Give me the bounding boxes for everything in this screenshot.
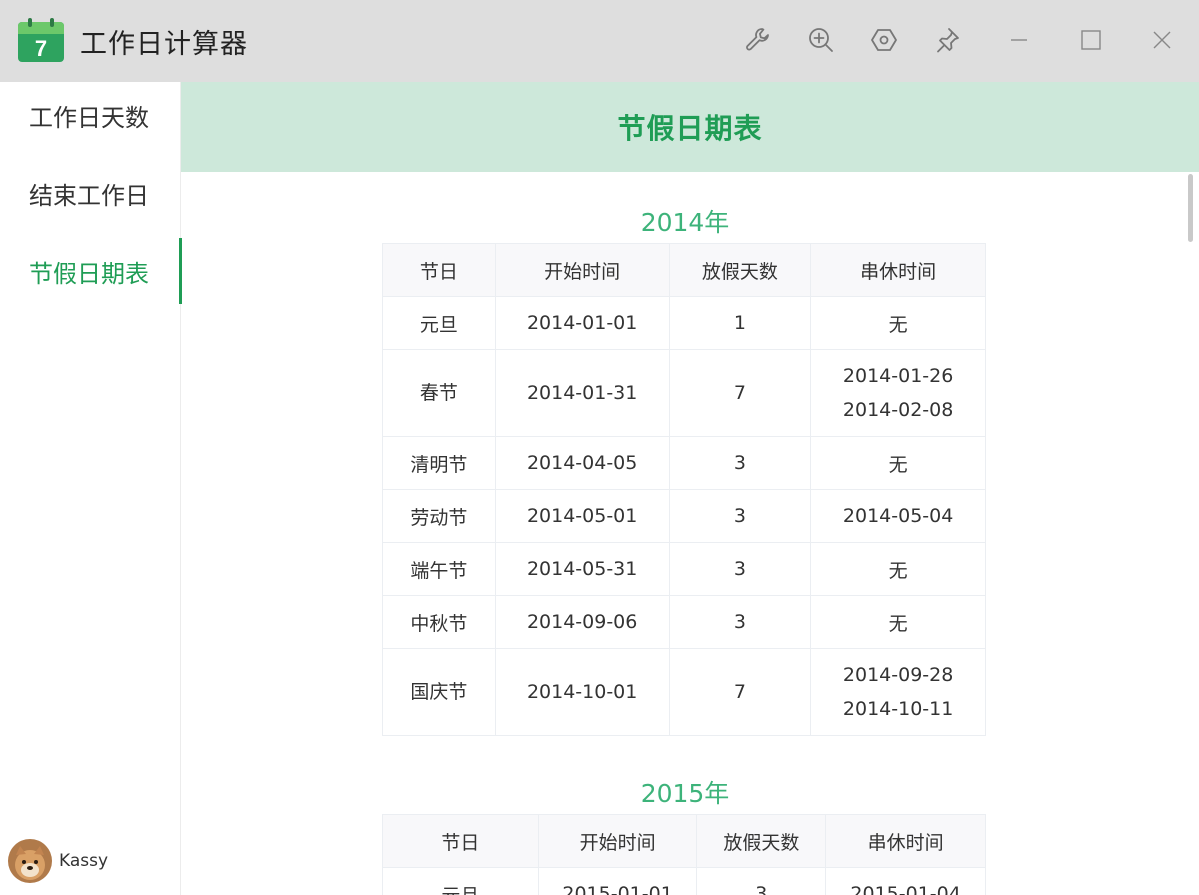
cell-start: 2014-01-01 <box>494 296 670 350</box>
main-content: 节假日期表 2014年 节日 开始时间 放假天数 串休时间 元旦 2014-01… <box>181 82 1199 895</box>
column-header-days: 放假天数 <box>668 243 812 297</box>
table-header-row: 节日 开始时间 放假天数 串休时间 <box>382 243 986 297</box>
cell-days: 3 <box>668 595 812 649</box>
swap-date: 2014-02-08 <box>842 399 954 421</box>
cell-days: 7 <box>668 349 812 437</box>
cell-start: 2014-04-05 <box>494 436 670 490</box>
column-header-swap: 串休时间 <box>810 243 986 297</box>
calendar-app-icon: 7 <box>18 18 64 62</box>
cell-holiday: 清明节 <box>382 436 496 490</box>
sidebar: 工作日天数 结束工作日 节假日期表 Kassy <box>0 82 182 895</box>
column-header-swap: 串休时间 <box>825 814 986 868</box>
page-title: 节假日期表 <box>181 82 1199 172</box>
cell-swap: 无 <box>810 542 986 596</box>
sidebar-item-end-workday[interactable]: 结束工作日 <box>0 160 181 226</box>
cell-swap: 无 <box>810 296 986 350</box>
app-title: 工作日计算器 <box>80 29 248 60</box>
pin-icon[interactable] <box>927 20 967 60</box>
username: Kassy <box>59 851 109 871</box>
cell-start: 2014-01-31 <box>494 349 670 437</box>
cell-holiday: 端午节 <box>382 542 496 596</box>
user-profile[interactable]: Kassy <box>8 839 108 883</box>
cell-start: 2014-05-31 <box>494 542 670 596</box>
table-header-row: 节日 开始时间 放假天数 串休时间 <box>382 814 986 868</box>
cell-days: 3 <box>696 867 827 895</box>
cell-holiday: 元旦 <box>382 867 539 895</box>
zoom-in-icon[interactable] <box>801 20 841 60</box>
cell-holiday: 国庆节 <box>382 648 496 736</box>
table-row: 元旦 2015-01-01 3 2015-01-04 <box>382 867 986 895</box>
settings-hex-icon[interactable] <box>864 20 904 60</box>
cell-holiday: 中秋节 <box>382 595 496 649</box>
title-bar: 7 工作日计算器 <box>0 0 1199 82</box>
avatar[interactable] <box>8 839 52 883</box>
cell-days: 1 <box>668 296 812 350</box>
wrench-icon[interactable] <box>738 20 778 60</box>
sidebar-item-label: 结束工作日 <box>29 181 149 210</box>
swap-date: 2014-01-26 <box>842 365 954 387</box>
cell-swap: 无 <box>810 595 986 649</box>
cell-holiday: 劳动节 <box>382 489 496 543</box>
year-heading-2015: 2015年 <box>640 779 730 808</box>
column-header-start: 开始时间 <box>537 814 698 868</box>
table-row: 清明节 2014-04-05 3 无 <box>382 436 986 490</box>
table-row: 中秋节 2014-09-06 3 无 <box>382 595 986 649</box>
table-row: 端午节 2014-05-31 3 无 <box>382 542 986 596</box>
cell-swap: 2015-01-04 <box>825 867 986 895</box>
cell-swap: 2014-05-04 <box>810 489 986 543</box>
cell-days: 7 <box>668 648 812 736</box>
table-row: 春节 2014-01-31 7 2014-01-26 2014-02-08 <box>382 349 986 437</box>
sidebar-item-workday-count[interactable]: 工作日天数 <box>0 82 181 148</box>
table-row: 国庆节 2014-10-01 7 2014-09-28 2014-10-11 <box>382 648 986 736</box>
table-row: 元旦 2014-01-01 1 无 <box>382 296 986 350</box>
holiday-table-2015: 节日 开始时间 放假天数 串休时间 元旦 2015-01-01 3 2015-0… <box>382 814 986 895</box>
swap-date: 2014-09-28 <box>842 664 954 686</box>
cell-start: 2014-05-01 <box>494 489 670 543</box>
cell-swap: 2014-01-26 2014-02-08 <box>810 349 986 437</box>
close-icon[interactable] <box>1142 20 1182 60</box>
cell-days: 3 <box>668 542 812 596</box>
cell-start: 2014-10-01 <box>494 648 670 736</box>
cell-start: 2014-09-06 <box>494 595 670 649</box>
maximize-icon[interactable] <box>1071 20 1111 60</box>
cell-days: 3 <box>668 489 812 543</box>
swap-date: 2014-10-11 <box>842 698 954 720</box>
calendar-app-icon-day: 7 <box>35 36 47 61</box>
sidebar-item-holiday-table[interactable]: 节假日期表 <box>0 238 182 304</box>
cell-swap: 2014-09-28 2014-10-11 <box>810 648 986 736</box>
column-header-holiday: 节日 <box>382 814 539 868</box>
minimize-icon[interactable] <box>999 20 1039 60</box>
cell-swap: 无 <box>810 436 986 490</box>
column-header-days: 放假天数 <box>696 814 827 868</box>
table-row: 劳动节 2014-05-01 3 2014-05-04 <box>382 489 986 543</box>
year-heading-2014: 2014年 <box>640 208 730 237</box>
cell-start: 2015-01-01 <box>537 867 698 895</box>
sidebar-item-label: 节假日期表 <box>29 259 149 288</box>
holiday-table-2014: 节日 开始时间 放假天数 串休时间 元旦 2014-01-01 1 无 春节 2… <box>382 243 986 736</box>
column-header-start: 开始时间 <box>494 243 670 297</box>
cell-holiday: 春节 <box>382 349 496 437</box>
cell-days: 3 <box>668 436 812 490</box>
cell-holiday: 元旦 <box>382 296 496 350</box>
column-header-holiday: 节日 <box>382 243 496 297</box>
sidebar-item-label: 工作日天数 <box>29 103 149 132</box>
